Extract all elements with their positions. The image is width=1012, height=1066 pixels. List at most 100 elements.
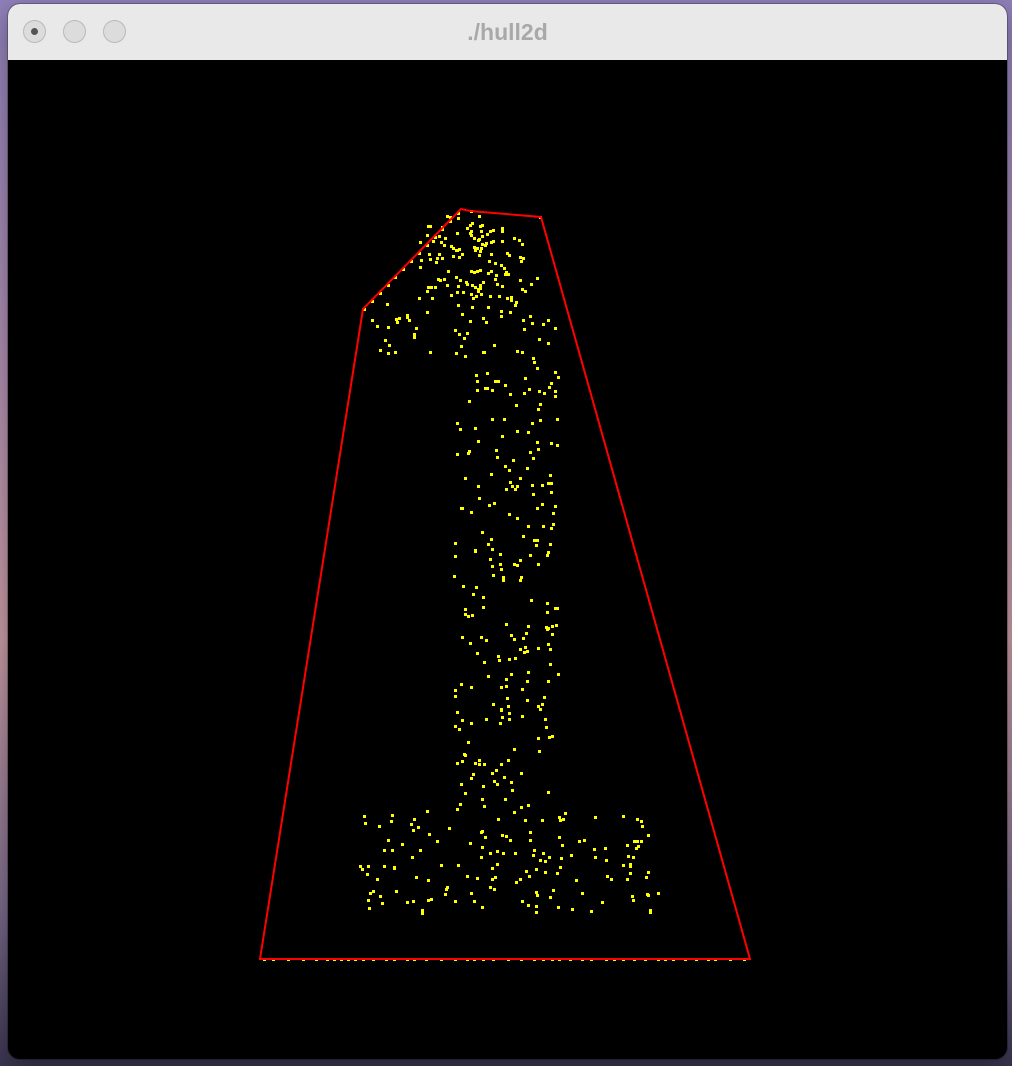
point [387,352,390,355]
point [622,815,625,818]
point [519,256,522,259]
point [469,842,472,845]
point [544,718,547,721]
point [426,810,429,813]
point [554,505,557,508]
point [473,237,476,240]
point [536,441,539,444]
point [470,892,473,895]
point [478,759,481,762]
point [457,864,460,867]
point [454,900,457,903]
point [395,890,398,893]
point [492,574,495,577]
point [480,831,483,834]
point [527,525,530,528]
point [583,839,586,842]
point [396,321,399,324]
point [555,624,558,627]
point [478,254,481,257]
point [541,484,544,487]
title-bar[interactable]: ./hull2d [8,4,1007,61]
point [419,266,422,269]
point [500,686,503,689]
point [516,517,519,520]
point [522,257,525,260]
point [510,299,513,302]
point [531,322,534,325]
point [367,865,370,868]
point [494,278,497,281]
point [475,374,478,377]
point [506,297,509,300]
point [538,750,541,753]
point [640,840,643,843]
point [538,338,541,341]
point [469,224,472,227]
point [428,833,431,836]
point [456,291,459,294]
point [545,726,548,729]
point [479,269,482,272]
point [439,279,442,282]
point [524,646,527,649]
point [493,502,496,505]
point [523,392,526,395]
point [492,703,495,706]
point [511,789,514,792]
point [636,818,639,821]
point [458,256,461,259]
point [461,507,464,510]
point [519,279,522,282]
point [429,258,432,261]
point [509,311,512,314]
point [386,303,389,306]
point [649,909,652,912]
point [481,243,484,246]
point [481,235,484,238]
point [528,388,531,391]
point [466,875,469,878]
point [519,878,522,881]
point [632,899,635,902]
convex-hull [258,207,752,960]
point [539,403,542,406]
point [558,816,561,819]
point [549,543,552,546]
point [476,652,479,655]
point [444,893,447,896]
point [408,319,411,322]
point [453,575,456,578]
point [537,647,540,650]
point [581,892,584,895]
point [490,241,493,244]
point [491,565,494,568]
point [525,632,528,635]
point [491,878,494,881]
point [549,896,552,899]
point [463,753,466,756]
point [501,435,504,438]
point [537,737,540,740]
point [476,389,479,392]
point [470,230,473,233]
point [554,327,557,330]
point [479,284,482,287]
point [504,465,507,468]
point [464,792,467,795]
point [502,579,505,582]
point [537,705,540,708]
point [604,847,607,850]
point [481,798,484,801]
point [429,351,432,354]
point [500,568,503,571]
point [631,895,634,898]
point [501,240,504,243]
drawing-canvas[interactable] [8,60,1007,1059]
point [495,769,498,772]
point [473,271,476,274]
point [419,849,422,852]
point [388,344,391,347]
point [552,523,555,526]
point [535,891,538,894]
